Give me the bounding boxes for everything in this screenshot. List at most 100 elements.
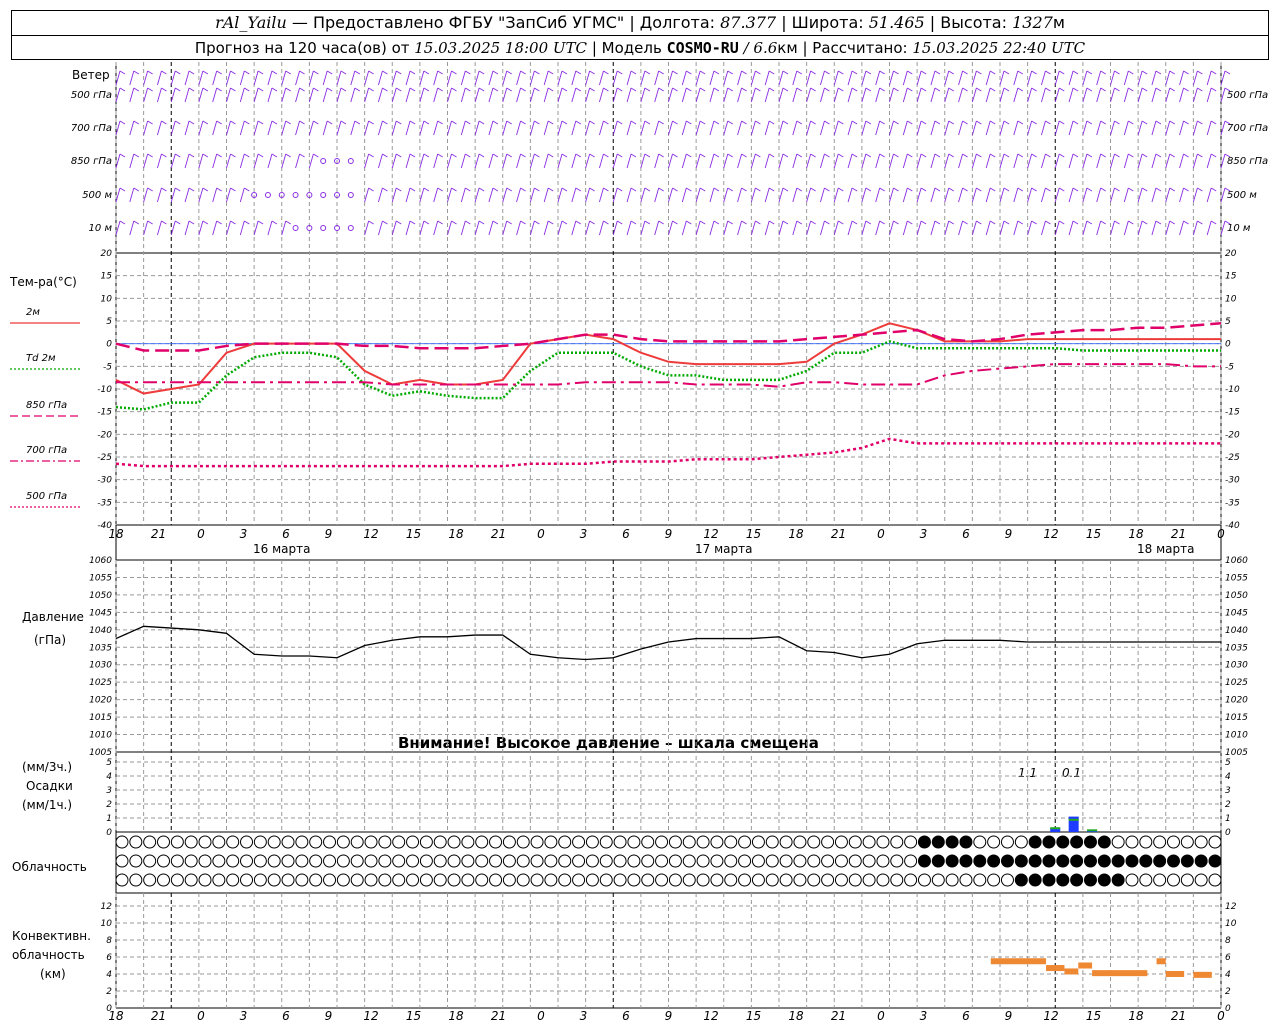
wind-barb bbox=[391, 120, 397, 136]
x-hour-label-mid: 0 bbox=[1217, 527, 1225, 541]
wind-barb-flag bbox=[354, 87, 361, 92]
wind-barb-flag bbox=[465, 220, 471, 225]
wind-barb bbox=[1013, 187, 1019, 203]
cloud-cover-circle bbox=[544, 854, 558, 868]
wind-barb bbox=[129, 220, 135, 236]
cloud-cover-circle bbox=[807, 854, 821, 868]
wind-barb-flag bbox=[175, 87, 181, 92]
wind-barb bbox=[1220, 120, 1226, 136]
wind-barb bbox=[488, 153, 494, 169]
wind-barb-flag bbox=[451, 120, 457, 125]
wind-barb bbox=[378, 87, 383, 103]
wind-barb bbox=[778, 120, 784, 136]
wind-barb bbox=[253, 70, 259, 86]
pressure-ytick-left: 1060 bbox=[89, 556, 112, 566]
wind-barb bbox=[930, 220, 936, 236]
wind-barb bbox=[1137, 153, 1143, 169]
wind-barb-flag bbox=[934, 70, 941, 75]
cloud-cover-circle bbox=[336, 835, 350, 849]
wind-barb-flag bbox=[755, 87, 761, 92]
temp-ytick-left: -35 bbox=[97, 498, 112, 508]
x-date-label: 18 марта bbox=[1137, 542, 1194, 556]
wind-barb bbox=[695, 220, 701, 236]
wind-barb bbox=[405, 153, 411, 169]
wind-barb bbox=[212, 220, 218, 236]
cloud-cover-circle bbox=[876, 873, 890, 887]
wind-barb bbox=[1082, 187, 1088, 203]
wind-barb-flag bbox=[147, 187, 153, 192]
wind-barb-flag bbox=[755, 153, 761, 158]
wind-barb-flag bbox=[506, 153, 512, 158]
wind-barb bbox=[239, 70, 245, 86]
wind-barb bbox=[1110, 120, 1115, 136]
wind-barb bbox=[833, 153, 839, 169]
wind-barb-flag bbox=[119, 153, 126, 158]
cloud-cover-circle bbox=[987, 873, 1001, 887]
wind-barb bbox=[226, 87, 231, 103]
cloud-cover-circle bbox=[931, 854, 945, 868]
wind-barb-flag bbox=[713, 153, 720, 158]
cloud-cover-circle bbox=[433, 854, 447, 868]
wind-barb bbox=[1179, 70, 1184, 86]
wind-barb bbox=[488, 120, 494, 136]
x-hour-label-bottom: 21 bbox=[151, 1009, 166, 1023]
wind-barb bbox=[1123, 187, 1129, 203]
wind-barb-flag bbox=[907, 120, 913, 125]
wind-barb-flag bbox=[271, 87, 278, 92]
wind-barb bbox=[115, 153, 121, 169]
wind-barb bbox=[1013, 220, 1019, 236]
wind-barb-flag bbox=[1086, 120, 1093, 125]
wind-barb-flag bbox=[934, 153, 941, 158]
wind-barb bbox=[902, 70, 908, 86]
cloud-cover-circle bbox=[585, 835, 599, 849]
wind-barb-flag bbox=[920, 120, 927, 125]
wind-barb bbox=[143, 187, 149, 203]
wind-barb-flag bbox=[1100, 87, 1106, 92]
wind-barb-flag bbox=[755, 70, 761, 75]
wind-barb-flag bbox=[409, 220, 416, 225]
wind-barb-flag bbox=[506, 70, 512, 75]
wind-barb-flag bbox=[244, 87, 250, 92]
cloud-cover-circle bbox=[1083, 873, 1097, 887]
wind-barb bbox=[1041, 153, 1046, 169]
wind-barb bbox=[129, 70, 135, 86]
wind-barb-flag bbox=[161, 153, 167, 158]
wind-barb-flag bbox=[727, 220, 733, 225]
wind-barb-flag bbox=[1114, 153, 1120, 158]
wind-barb-flag bbox=[396, 120, 402, 125]
x-hour-label-bottom: 12 bbox=[363, 1009, 378, 1023]
wind-barb-flag bbox=[161, 120, 167, 125]
wind-barb bbox=[1192, 120, 1198, 136]
wind-barb-flag bbox=[741, 220, 747, 225]
temp-ytick-right: -30 bbox=[1225, 476, 1240, 486]
wind-barb bbox=[1165, 120, 1171, 136]
temp-ytick-left: 0 bbox=[106, 340, 112, 350]
pressure-ytick-left: 1005 bbox=[89, 748, 112, 758]
temp-ytick-right: -15 bbox=[1225, 408, 1240, 418]
wind-barb-flag bbox=[893, 120, 899, 125]
cloud-cover-circle bbox=[696, 854, 710, 868]
wind-barb-flag bbox=[810, 220, 816, 225]
temp-ytick-right: 5 bbox=[1225, 317, 1231, 327]
wind-barb bbox=[1068, 220, 1074, 236]
wind-barb-flag bbox=[989, 87, 996, 92]
wind-barb-flag bbox=[1059, 120, 1065, 125]
pressure-ytick-left: 1025 bbox=[89, 678, 112, 688]
wind-barb bbox=[723, 70, 729, 86]
wind-barb-flag bbox=[534, 187, 540, 192]
cloud-cover-circle bbox=[129, 854, 143, 868]
wind-barb bbox=[1179, 120, 1184, 136]
wind-barb-flag bbox=[1169, 187, 1175, 192]
wind-barb bbox=[612, 220, 618, 236]
cloud-cover-circle bbox=[1083, 854, 1097, 868]
x-hour-label-bottom: 18 bbox=[1128, 1009, 1144, 1023]
wind-barb bbox=[958, 87, 963, 103]
wind-barb bbox=[1137, 120, 1143, 136]
cloud-cover-circle bbox=[502, 835, 516, 849]
wind-barb-flag bbox=[838, 120, 844, 125]
wind-barb bbox=[971, 70, 977, 86]
wind-barb-flag bbox=[1169, 153, 1175, 158]
wind-barb-flag bbox=[133, 120, 140, 125]
wind-barb-flag bbox=[409, 87, 416, 92]
cloud-cover-circle bbox=[572, 854, 586, 868]
